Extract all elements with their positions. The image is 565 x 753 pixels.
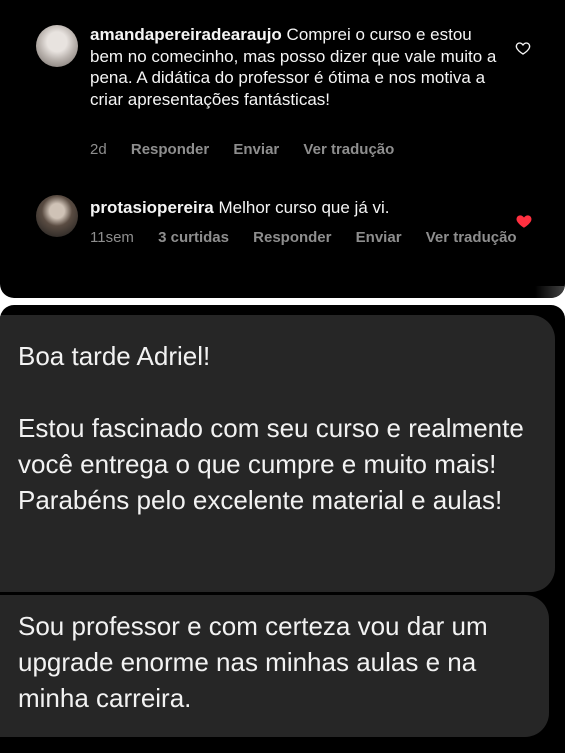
message-line: Estou fascinado com seu curso e realment… bbox=[18, 413, 524, 515]
comment-message: Melhor curso que já vi. bbox=[213, 198, 390, 217]
comments-panel: amandapereiradearaujo Comprei o curso e … bbox=[0, 0, 565, 298]
comment-meta: 11sem 3 curtidas Responder Enviar Ver tr… bbox=[90, 229, 537, 246]
message-bubble[interactable]: Sou professor e com certeza vou dar um u… bbox=[0, 595, 549, 737]
chat-panel: Boa tarde Adriel! Estou fascinado com se… bbox=[0, 305, 565, 753]
comment-time: 2d bbox=[90, 141, 107, 158]
likes-count[interactable]: 3 curtidas bbox=[158, 229, 229, 246]
translate-button[interactable]: Ver tradução bbox=[426, 229, 517, 246]
send-button[interactable]: Enviar bbox=[233, 141, 279, 158]
comment-text: protasiopereira Melhor curso que já vi. bbox=[90, 197, 500, 219]
reply-button[interactable]: Responder bbox=[131, 141, 209, 158]
comment-username[interactable]: protasiopereira bbox=[90, 198, 214, 217]
avatar[interactable] bbox=[36, 195, 78, 237]
translate-button[interactable]: Ver tradução bbox=[303, 141, 394, 158]
comment-text: amandapereiradearaujo Comprei o curso e … bbox=[90, 24, 500, 110]
message-bubble[interactable]: Boa tarde Adriel! Estou fascinado com se… bbox=[0, 315, 555, 592]
card-corner bbox=[535, 286, 565, 298]
send-button[interactable]: Enviar bbox=[356, 229, 402, 246]
comment-username[interactable]: amandapereiradearaujo bbox=[90, 25, 282, 44]
comment-time: 11sem bbox=[90, 229, 134, 246]
heart-outline-icon[interactable] bbox=[515, 40, 531, 56]
reply-button[interactable]: Responder bbox=[253, 229, 331, 246]
message-line: Sou professor e com certeza vou dar um u… bbox=[18, 611, 488, 713]
comment-meta: 2d Responder Enviar Ver tradução bbox=[90, 141, 414, 158]
heart-filled-icon[interactable] bbox=[515, 212, 533, 230]
avatar[interactable] bbox=[36, 25, 78, 67]
message-line: Boa tarde Adriel! bbox=[18, 341, 211, 371]
